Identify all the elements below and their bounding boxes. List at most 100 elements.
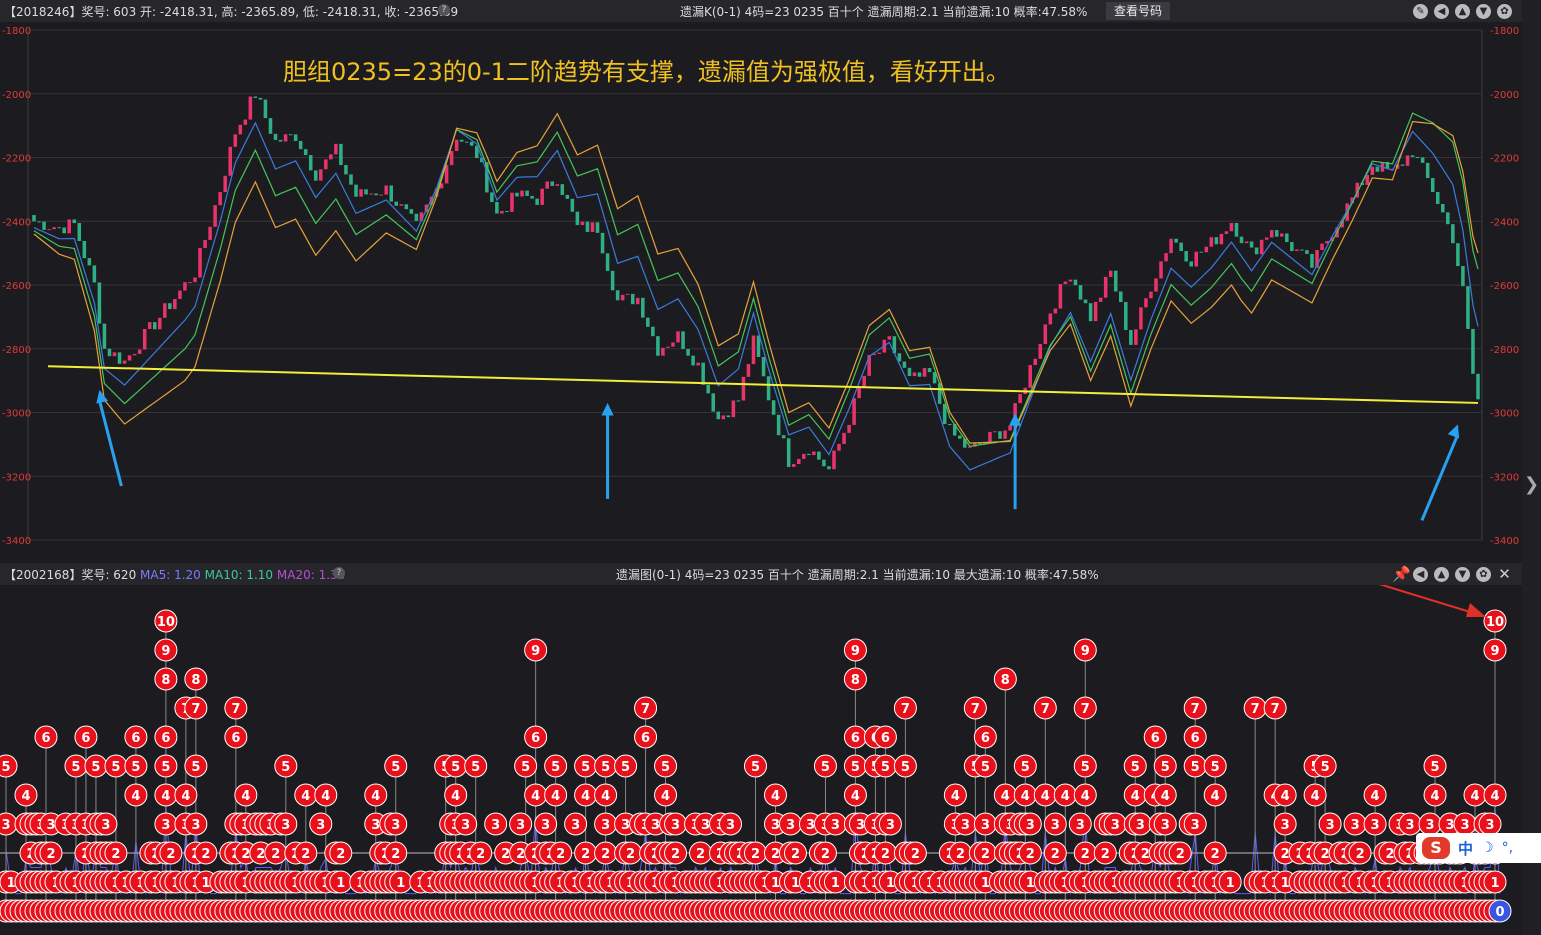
arrow-up-icon[interactable]: ▲ (1455, 3, 1470, 19)
support-arrow-head (1447, 424, 1460, 439)
omission-ball-label: 4 (1431, 789, 1440, 804)
omission-ball-label: 5 (981, 760, 990, 775)
help-icon[interactable]: ? (438, 4, 450, 16)
candle (807, 453, 811, 456)
omission-ball: 3 (1418, 812, 1442, 836)
omission-ball: 5 (514, 754, 538, 778)
candle (122, 360, 127, 364)
candle (1048, 313, 1053, 325)
candle (711, 393, 716, 412)
settings-icon[interactable]: ✿ (1476, 566, 1491, 582)
omission-ball: 4 (1303, 783, 1327, 807)
moon-icon[interactable]: ☽ (1481, 840, 1494, 856)
candle (1254, 247, 1259, 255)
omission-ball-label: 1 (6, 876, 15, 891)
omission-ball: 2 (1168, 841, 1192, 865)
candle (1209, 237, 1214, 247)
help-icon[interactable]: ? (333, 567, 345, 579)
candle (857, 387, 861, 399)
candle (847, 424, 851, 433)
arrow-down-icon[interactable]: ▼ (1455, 566, 1470, 582)
ime-language-toggle[interactable]: 中 (1458, 838, 1473, 859)
omission-ball-label: 5 (161, 760, 170, 775)
omission-ball-label: 5 (1191, 760, 1200, 775)
candle (183, 282, 187, 291)
kline-chart[interactable]: -1800 -1800 -2000 -2000 -2200 -2200 -2400 -2400… (0, 22, 1522, 563)
chevron-right-icon[interactable]: ❯ (1524, 474, 1539, 495)
omission-ball-label: 2 (671, 847, 680, 862)
omission-ball: 5 (594, 754, 618, 778)
candle (1451, 224, 1455, 244)
omission-ball-label: 4 (1470, 789, 1479, 804)
omission-ball: 7 (1033, 696, 1057, 720)
candle (666, 346, 670, 348)
omission-ball: 2 (104, 841, 128, 865)
candle (1425, 162, 1430, 179)
candle (344, 165, 348, 175)
candle (1098, 297, 1103, 302)
candle (862, 375, 866, 388)
omission-ball-label: 2 (501, 847, 510, 862)
omission-ball: 2 (1203, 841, 1227, 865)
candle (1184, 251, 1188, 262)
candle (1310, 253, 1314, 268)
candle (1259, 239, 1264, 255)
arrow-up-icon[interactable]: ▲ (1434, 566, 1449, 582)
omission-ball-label: 7 (1041, 702, 1050, 717)
candle (313, 170, 318, 181)
candle (1038, 343, 1043, 359)
omission-ball: 5 (274, 754, 298, 778)
candle (1003, 430, 1007, 439)
omission-ball: 3 (1363, 812, 1387, 836)
omission-chart[interactable]: 0135010001340123013012301260123010013010… (0, 585, 1522, 935)
omission-ball: 5 (184, 754, 208, 778)
candle (107, 348, 112, 357)
candle (1214, 237, 1219, 245)
candle (1280, 233, 1284, 237)
omission-ball-label: 8 (1001, 673, 1010, 688)
candle (776, 414, 781, 436)
arrow-left-icon[interactable]: ◀ (1413, 566, 1428, 582)
ime-toolbar[interactable]: S 中 ☽ °, (1416, 833, 1541, 863)
arrow-down-icon[interactable]: ▼ (1476, 3, 1491, 19)
candle (942, 403, 947, 425)
candle (812, 451, 816, 456)
omission-ball-label: 4 (951, 789, 960, 804)
pin-icon[interactable]: 📌 (1392, 566, 1411, 582)
arrow-left-icon[interactable]: ◀ (1434, 3, 1449, 19)
candle (469, 141, 474, 146)
omission-chart-header: 【2002168】奖号: 620 MA5: 1.20 MA10: 1.10 MA… (0, 563, 1522, 585)
omission-ball-label: 4 (161, 789, 170, 804)
close-icon[interactable]: ✕ (1497, 566, 1512, 582)
candle (1108, 270, 1113, 277)
candle (746, 364, 751, 377)
candle (32, 215, 36, 222)
punctuation-icon[interactable]: °, (1502, 840, 1513, 856)
omission-ball-label: 3 (981, 818, 990, 833)
candle (1194, 251, 1199, 267)
candle (1456, 243, 1460, 267)
candle (1113, 270, 1118, 292)
omission-ball: 3 (1453, 812, 1477, 836)
omission-ball-label: 5 (111, 760, 120, 775)
omission-ball: 5 (154, 754, 178, 778)
candle (802, 453, 806, 459)
settings-icon[interactable]: ✿ (1497, 3, 1512, 19)
omission-ball-label: 4 (21, 789, 30, 804)
query-numbers-button[interactable]: 查看号码 (1106, 2, 1171, 20)
right-scroll-panel (1522, 0, 1541, 935)
candle (530, 195, 534, 199)
candle (324, 159, 328, 170)
edit-icon[interactable]: ✎ (1413, 3, 1428, 19)
candle (117, 352, 122, 364)
omission-ball: 3 (534, 812, 558, 836)
candle (1415, 156, 1420, 158)
omission-ball-label: 6 (161, 731, 170, 746)
candle (641, 297, 645, 318)
y-tick-right: -3000 (1490, 409, 1519, 420)
candle (1028, 365, 1032, 388)
candle (600, 232, 605, 254)
omission-ball: 7 (1263, 696, 1287, 720)
omission-ball-label: 3 (1406, 818, 1415, 833)
omission-ball: 8 (843, 667, 867, 691)
